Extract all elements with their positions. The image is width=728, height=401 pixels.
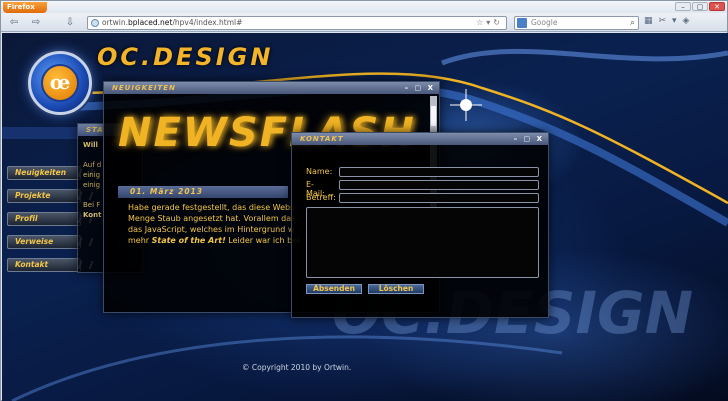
forward-button[interactable]: ⇨ bbox=[29, 16, 43, 29]
nav-item-verweise[interactable]: Verweise bbox=[7, 235, 81, 249]
browser-window: Firefox – ▢ ✕ ⇦ ⇨ ⇩ ortwin.bplaced.net/h… bbox=[0, 0, 728, 401]
search-engine-icon[interactable] bbox=[517, 18, 527, 28]
send-button[interactable]: Absenden bbox=[306, 284, 362, 294]
back-button[interactable]: ⇦ bbox=[7, 16, 21, 29]
subject-field[interactable] bbox=[339, 193, 539, 203]
nav-item-projekte[interactable]: Projekte bbox=[7, 189, 81, 203]
news-line-1: Habe gerade festgestellt, das diese Webs bbox=[128, 203, 295, 212]
contact-window-title: KONTAKT bbox=[300, 135, 344, 143]
clear-button[interactable]: Löschen bbox=[368, 284, 424, 294]
window-controls: – ▢ ✕ bbox=[675, 2, 725, 11]
search-placeholder: Google bbox=[531, 18, 558, 27]
status-line-6: Kont bbox=[83, 211, 102, 219]
site-title: OC.DESIGN bbox=[97, 43, 274, 71]
news-line-4-post: Leider war ich bei bbox=[225, 236, 300, 245]
nav-item-kontakt[interactable]: Kontakt bbox=[7, 258, 81, 272]
name-label: Name: bbox=[306, 167, 333, 176]
news-scroll-thumb[interactable] bbox=[431, 106, 436, 126]
magnifier-icon[interactable]: ⌕ bbox=[630, 17, 635, 29]
message-textarea[interactable] bbox=[306, 207, 539, 278]
news-line-2: Menge Staub angesetzt hat. Vorallem das bbox=[128, 214, 296, 223]
browser-titlebar: Firefox – ▢ ✕ bbox=[1, 1, 727, 13]
contact-window[interactable]: KONTAKT – ▢ X Name: E-Mail: Betreff: Abs… bbox=[291, 132, 549, 318]
copyright-footer: © Copyright 2010 by Ortwin. bbox=[242, 363, 352, 372]
contact-window-controls[interactable]: – ▢ X bbox=[514, 133, 544, 145]
news-line-4-pre: mehr bbox=[128, 236, 152, 245]
news-window-titlebar[interactable]: NEUIGKEITEN – ▢ X bbox=[104, 82, 439, 94]
search-bar[interactable]: Google ⌕ bbox=[514, 16, 639, 30]
url-prefix: ortwin. bbox=[102, 18, 128, 27]
url-bar[interactable]: ortwin.bplaced.net/hpv4/index.html# ☆▾↻ bbox=[87, 16, 507, 30]
firefox-menu-button[interactable]: Firefox bbox=[3, 2, 47, 13]
site-navigation: Neuigkeiten Projekte Profil Verweise Kon… bbox=[7, 166, 81, 281]
bookmark-star-icon[interactable]: ☆▾↻ bbox=[476, 17, 503, 29]
contact-window-titlebar[interactable]: KONTAKT – ▢ X bbox=[292, 133, 548, 145]
globe-icon bbox=[91, 19, 99, 27]
news-window-title: NEUIGKEITEN bbox=[112, 84, 176, 92]
status-line-3: einig bbox=[83, 171, 101, 179]
nav-item-neuigkeiten[interactable]: Neuigkeiten bbox=[7, 166, 81, 180]
logo-emblem: œ bbox=[41, 64, 79, 102]
status-line-5: Bei F bbox=[83, 201, 101, 209]
url-domain: bplaced.net bbox=[127, 18, 173, 27]
status-line-1: Will bbox=[83, 141, 98, 149]
close-button[interactable]: ✕ bbox=[709, 2, 725, 11]
site-logo[interactable]: œ bbox=[28, 51, 92, 115]
status-line-2: Auf d bbox=[83, 161, 102, 169]
subject-label: Betreff: bbox=[306, 193, 336, 202]
maximize-button[interactable]: ▢ bbox=[692, 2, 708, 11]
minimize-button[interactable]: – bbox=[675, 2, 691, 11]
navigation-toolbar: ⇦ ⇨ ⇩ ortwin.bplaced.net/hpv4/index.html… bbox=[1, 13, 727, 32]
news-window-controls[interactable]: – ▢ X bbox=[405, 82, 435, 94]
status-line-4: einig bbox=[83, 181, 101, 189]
toolbar-icons[interactable]: ▦✂▾◈ bbox=[644, 16, 695, 26]
download-icon[interactable]: ⇩ bbox=[63, 16, 77, 29]
news-date: 01. März 2013 bbox=[118, 186, 288, 198]
web-page: OC.DESIGN œ OC.DESIGN Neuigkeiten Projek… bbox=[2, 33, 728, 401]
news-line-4-bold: State of the Art! bbox=[151, 236, 226, 245]
email-field[interactable] bbox=[339, 180, 539, 190]
url-path: /hpv4/index.html# bbox=[172, 18, 243, 27]
news-line-3: das JavaScript, welches im Hintergrund w bbox=[128, 225, 295, 234]
news-text: Habe gerade festgestellt, das diese Webs… bbox=[128, 202, 306, 254]
nav-item-profil[interactable]: Profil bbox=[7, 212, 81, 226]
name-field[interactable] bbox=[339, 167, 539, 177]
